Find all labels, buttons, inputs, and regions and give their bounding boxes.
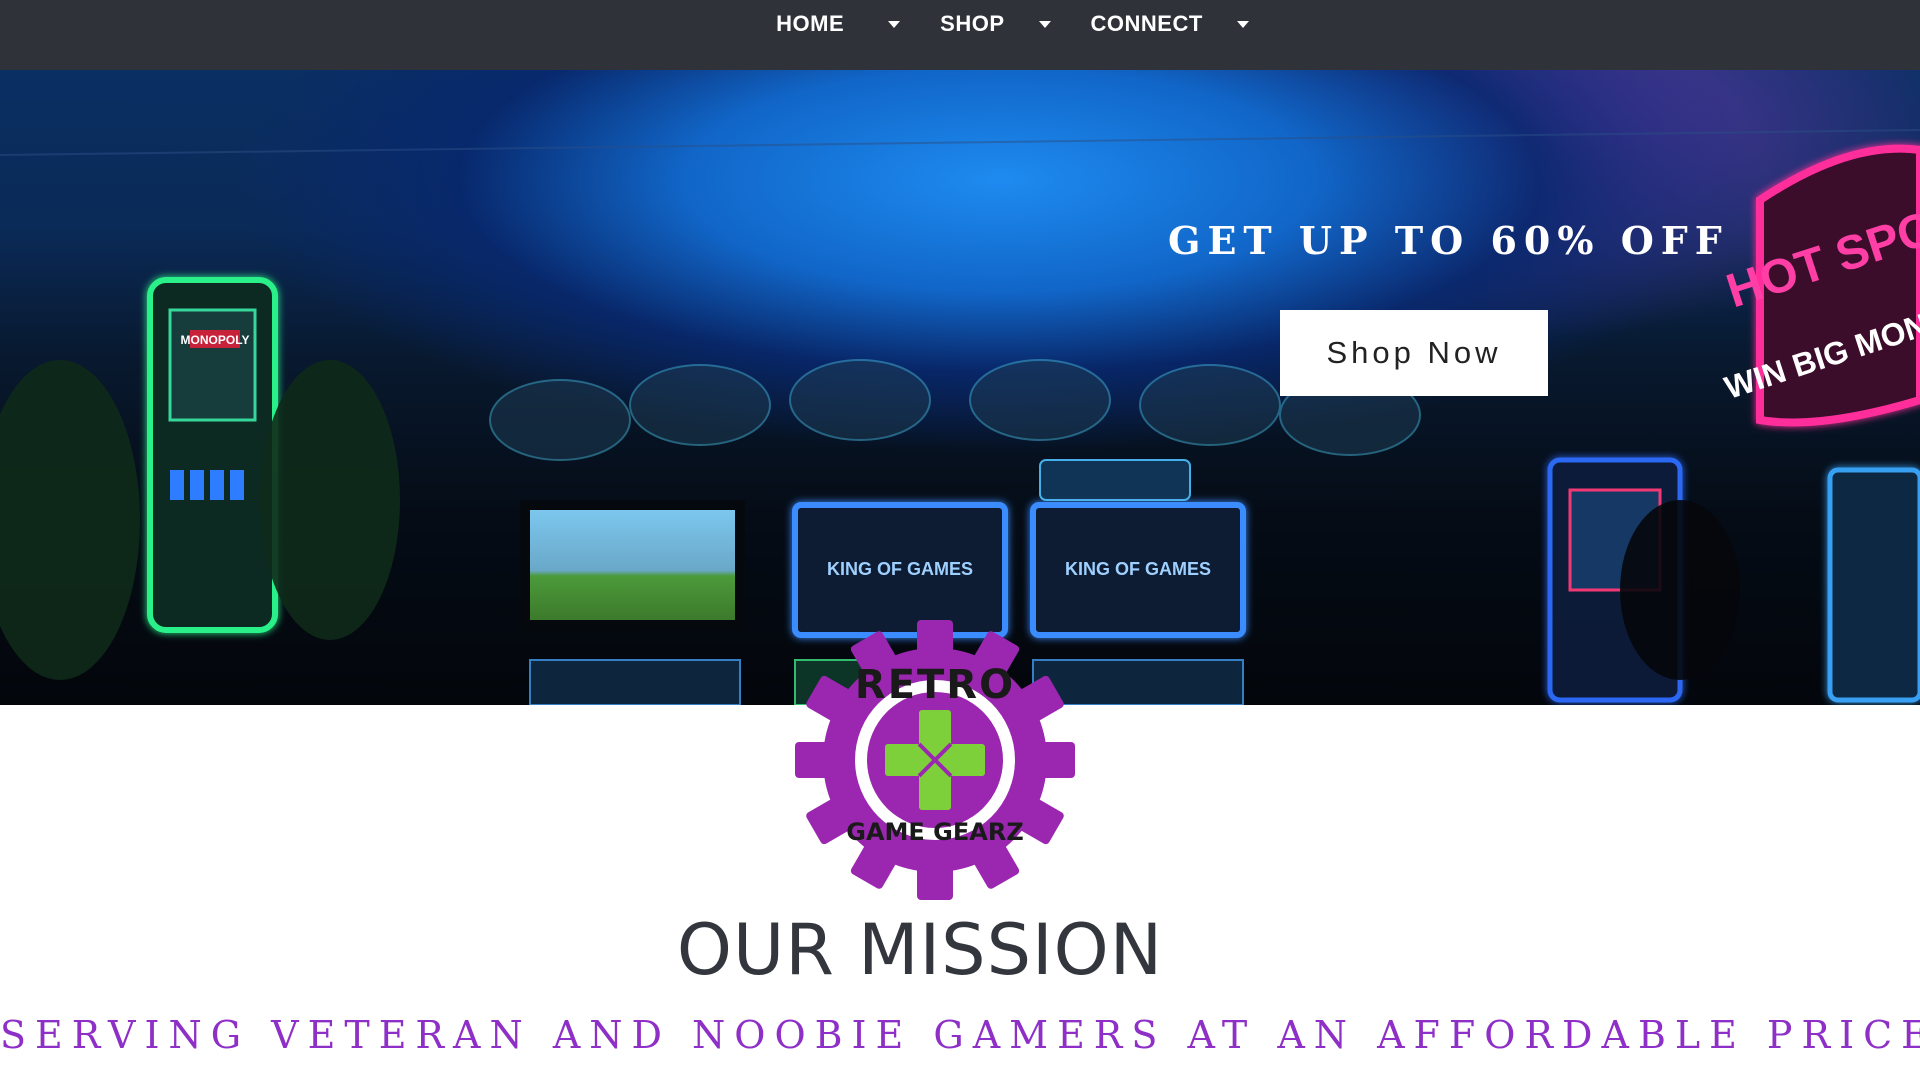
promo-headline: GET UP TO 60% OFF [1168, 218, 1729, 263]
logo-top-text: RETRO [855, 662, 1015, 708]
nav-connect-label: CONNECT [1090, 11, 1203, 36]
logo-bottom-text: GAME GEARZ [846, 818, 1023, 846]
retro-game-gearz-logo: RETRO GAME GEARZ [795, 620, 1075, 900]
nav-home-label: HOME [776, 11, 845, 36]
screen-label-left: KING OF GAMES [827, 559, 973, 579]
machine-sign-text: MONOPOLY [181, 333, 250, 347]
arcade-background-image: MONOPOLY KING OF GAMES KING OF GAMES HOT… [0, 129, 1920, 705]
chevron-down-icon [1236, 20, 1249, 28]
mission-subtitle: SERVING VETERAN AND NOOBIE GAMERS AT AN … [0, 1013, 1920, 1057]
chevron-down-icon [1038, 20, 1051, 28]
screen-label-right: KING OF GAMES [1065, 559, 1211, 579]
nav-item-connect[interactable]: CONNECT [1091, 0, 1249, 59]
hero-banner: MONOPOLY KING OF GAMES KING OF GAMES HOT… [0, 70, 1920, 705]
top-navigation: HOME SHOP CONNECT [0, 0, 1920, 70]
mission-title: OUR MISSION [676, 909, 1164, 991]
nav-item-home[interactable]: HOME [776, 0, 901, 59]
nav-shop-label: SHOP [940, 11, 1005, 36]
shop-now-button[interactable]: Shop Now [1280, 310, 1548, 396]
nav-item-shop[interactable]: SHOP [940, 0, 1051, 59]
chevron-down-icon [888, 20, 901, 28]
